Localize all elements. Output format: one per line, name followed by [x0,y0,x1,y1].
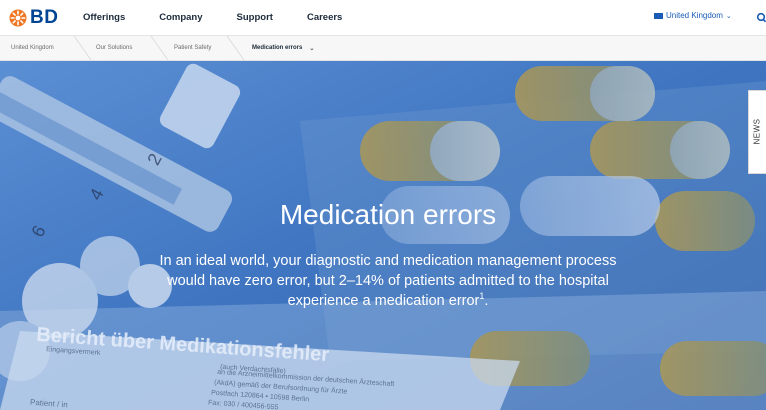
bd-sunburst-icon [9,9,27,26]
breadcrumb-label: Our Solutions [96,45,133,51]
breadcrumb-united-kingdom[interactable]: United Kingdom [0,36,71,60]
main-nav: Offerings Company Support Careers [83,12,376,23]
breadcrumb-medication-errors[interactable]: Medication errors ⌄ [236,36,314,60]
hero-background-image [0,61,766,410]
flag-icon [654,12,663,19]
breadcrumb-label: United Kingdom [11,45,54,51]
logo-text: BD [30,6,59,28]
nav-company[interactable]: Company [159,12,202,23]
breadcrumb: United Kingdom Our Solutions Patient Saf… [0,36,766,61]
region-label: United Kingdom [666,11,723,20]
top-navigation: BD Offerings Company Support Careers Uni… [0,0,766,36]
hero-subtitle-text: In an ideal world, your diagnostic and m… [159,253,617,309]
news-tab-label: NEWS [752,118,762,145]
hero-subtitle: In an ideal world, your diagnostic and m… [140,251,636,311]
page-title: Medication errors [279,199,497,230]
breadcrumb-patient-safety[interactable]: Patient Safety [160,36,226,60]
chevron-down-icon: ⌄ [309,45,315,52]
search-icon [756,12,766,23]
search-button[interactable] [756,11,766,23]
nav-offerings[interactable]: Offerings [83,12,125,23]
bd-logo[interactable]: BD [9,7,69,29]
nav-support[interactable]: Support [237,12,273,23]
region-selector[interactable]: United Kingdom ⌄ [654,11,732,20]
breadcrumb-label: Patient Safety [174,45,212,51]
chevron-down-icon: ⌄ [725,12,732,20]
hero-banner: Bericht über Medikationsfehler Eingangsv… [0,61,766,410]
breadcrumb-our-solutions[interactable]: Our Solutions [83,36,151,60]
nav-careers[interactable]: Careers [307,12,342,23]
news-side-tab[interactable]: NEWS [748,90,766,174]
hero-subtitle-end: . [484,293,489,309]
breadcrumb-label: Medication errors [252,45,303,51]
